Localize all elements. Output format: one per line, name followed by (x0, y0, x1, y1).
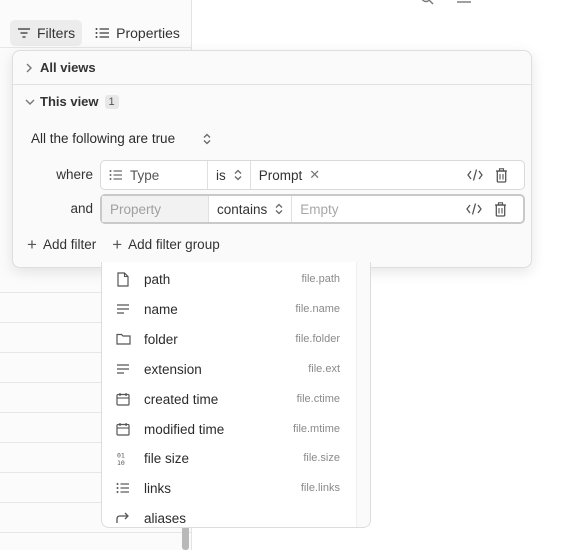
filters-button[interactable]: Filters (10, 20, 83, 46)
filter-count-badge: 1 (104, 94, 119, 109)
filters-label: Filters (37, 25, 76, 41)
top-right-icons (420, 0, 506, 5)
this-view-label: This view (40, 94, 99, 109)
suggestion-label: modified time (144, 421, 225, 437)
text-lines-icon (102, 363, 144, 375)
suggestion-key: file.links (300, 482, 340, 494)
suggestion-item-modified-time[interactable]: modified time file.mtime (102, 414, 358, 444)
filter-popover: All views This view 1 All the following … (12, 50, 532, 268)
filter-condition: Property contains Empty (100, 194, 525, 224)
add-filter-group-label: Add filter group (128, 237, 220, 252)
suggestion-key: file.folder (295, 333, 340, 345)
row-actions (466, 201, 515, 217)
folder-icon (102, 333, 144, 345)
all-views-label: All views (40, 60, 96, 75)
close-icon[interactable] (494, 0, 506, 5)
forward-arrow-icon (102, 512, 144, 524)
dropdown-scrollbar[interactable] (356, 262, 370, 527)
suggestion-key: file.ctime (296, 393, 340, 405)
property-select[interactable]: Type (101, 161, 208, 189)
plus-icon: + (112, 234, 123, 254)
value-placeholder: Empty (300, 201, 339, 217)
plus-icon: + (27, 234, 37, 254)
row-divider (0, 532, 192, 533)
trash-icon[interactable] (495, 167, 508, 183)
add-filter-button[interactable]: + Add filter (27, 234, 97, 254)
property-input[interactable]: Property (102, 196, 209, 222)
suggestion-item-extension[interactable]: extension file.ext (102, 354, 358, 384)
add-actions: + Add filter + Add filter group (27, 234, 220, 254)
properties-button[interactable]: Properties (88, 20, 187, 46)
row-actions (467, 167, 516, 183)
suggestion-key: file.size (303, 452, 340, 464)
suggestion-label: extension (144, 361, 202, 377)
remove-value-icon[interactable]: ✕ (309, 167, 320, 183)
file-icon (102, 271, 144, 287)
property-suggestion-dropdown: path file.path name file.name folder fil… (101, 262, 371, 528)
filter-condition: Type is Prompt ✕ (100, 160, 525, 190)
value-field[interactable]: Prompt ✕ (251, 161, 524, 189)
calendar-icon (102, 422, 144, 436)
suggestion-item-file-size[interactable]: 01 10 file size file.size (102, 443, 358, 473)
suggestion-item-path[interactable]: path file.path (102, 264, 358, 294)
trash-icon[interactable] (494, 201, 507, 217)
suggestion-item-links[interactable]: links file.links (102, 473, 358, 503)
all-views-toggle[interactable]: All views (25, 60, 96, 75)
suggestion-key: file.name (295, 303, 340, 315)
suggestion-item-name[interactable]: name file.name (102, 294, 358, 324)
calendar-icon (102, 392, 144, 406)
section-divider (13, 84, 531, 85)
filter-conjunction-label: where (56, 167, 93, 182)
suggestion-label: folder (144, 331, 178, 347)
suggestion-label: created time (144, 391, 219, 407)
list-icon (95, 27, 110, 39)
suggestion-item-aliases[interactable]: aliases (102, 503, 358, 527)
add-filter-group-button[interactable]: + Add filter group (112, 234, 220, 254)
suggestion-key: file.mtime (292, 423, 340, 435)
property-placeholder: Property (110, 201, 162, 217)
binary-icon: 01 10 (102, 451, 144, 466)
property-value: Type (130, 167, 160, 183)
this-view-toggle[interactable]: This view 1 (25, 94, 119, 109)
chevron-down-icon (25, 98, 35, 106)
suggestion-key: file.path (301, 273, 340, 285)
suggestion-label: name (144, 301, 178, 317)
suggestion-key: file.ext (308, 363, 340, 375)
operator-value: is (216, 167, 226, 183)
menu-icon[interactable] (456, 0, 472, 5)
row-divider (0, 47, 192, 48)
conjunction-select[interactable]: All the following are true (31, 131, 211, 146)
suggestion-label: aliases (144, 510, 187, 526)
filter-row: and Property contains Empty (13, 194, 531, 224)
search-icon[interactable] (420, 0, 434, 5)
toolbar: Filters Properties (10, 20, 187, 46)
updown-chevron-icon (234, 169, 242, 181)
filter-icon (17, 27, 31, 39)
svg-text:10: 10 (117, 459, 125, 466)
properties-label: Properties (116, 25, 180, 41)
chevron-right-icon (25, 63, 34, 73)
suggestion-item-folder[interactable]: folder file.folder (102, 324, 358, 354)
code-icon[interactable] (467, 168, 483, 182)
suggestion-label: path (144, 271, 171, 287)
updown-chevron-icon (275, 203, 283, 215)
code-icon[interactable] (466, 202, 482, 216)
suggestion-label: file size (144, 450, 190, 466)
list-icon (102, 482, 144, 494)
scrollbar-thumb[interactable] (182, 525, 189, 550)
value-field[interactable]: Empty (292, 196, 523, 222)
updown-chevron-icon (203, 133, 211, 145)
operator-select[interactable]: contains (209, 196, 293, 222)
value-chip: Prompt (258, 167, 303, 183)
filter-conjunction-label: and (70, 201, 93, 216)
filter-row: where Type is Prompt ✕ (13, 160, 531, 190)
text-lines-icon (102, 303, 144, 315)
list-icon (109, 169, 123, 181)
conjunction-label: All the following are true (31, 131, 176, 146)
operator-select[interactable]: is (208, 161, 251, 189)
add-filter-label: Add filter (42, 237, 97, 252)
suggestion-item-created-time[interactable]: created time file.ctime (102, 384, 358, 414)
operator-value: contains (217, 201, 268, 217)
suggestion-label: links (144, 480, 172, 496)
